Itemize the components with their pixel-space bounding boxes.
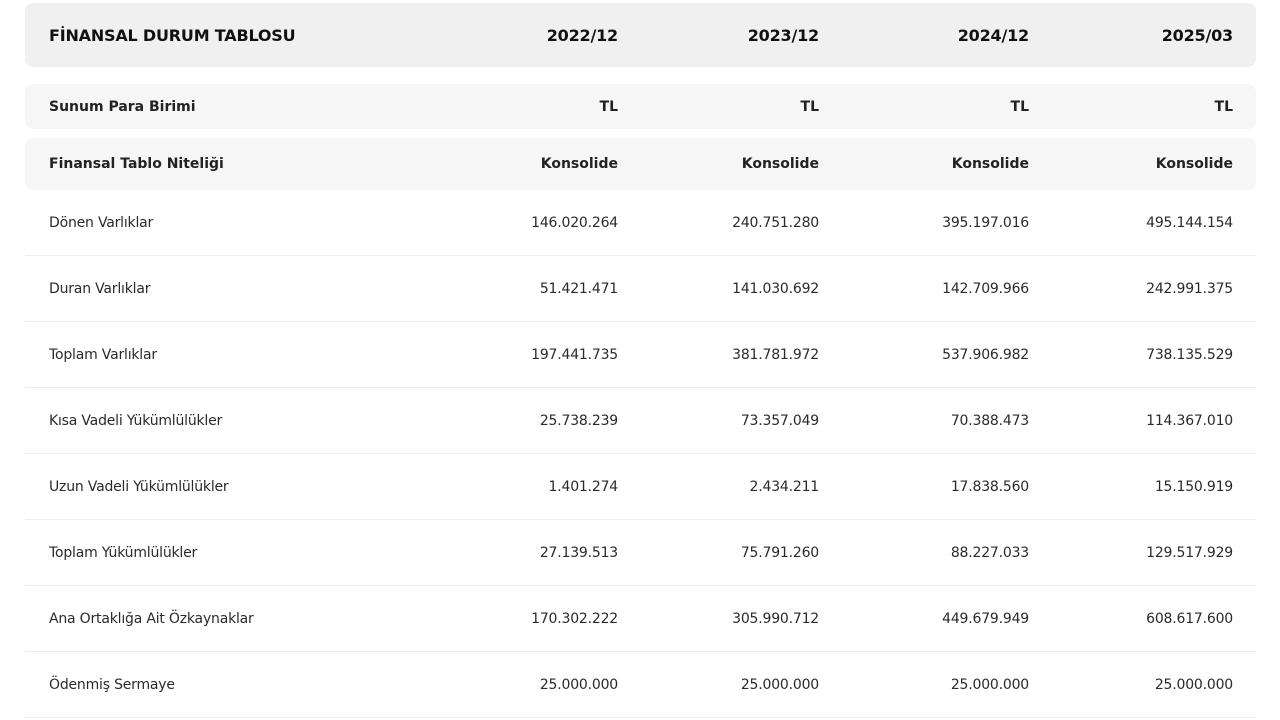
table-row: Kısa Vadeli Yükümlülükler 25.738.239 73.… bbox=[25, 388, 1256, 454]
table-title: FİNANSAL DURUM TABLOSU bbox=[49, 25, 296, 45]
row-value: 197.441.735 bbox=[531, 346, 618, 363]
row-label: Kısa Vadeli Yükümlülükler bbox=[49, 412, 223, 429]
row-value: 70.388.473 bbox=[950, 412, 1029, 429]
row-label: Ödenmiş Sermaye bbox=[49, 676, 175, 693]
row-value: 449.679.949 bbox=[942, 610, 1029, 627]
row-value: 1.401.274 bbox=[548, 478, 619, 495]
currency-value: TL bbox=[1010, 98, 1029, 115]
table-row: Toplam Varlıklar 197.441.735 381.781.972… bbox=[25, 322, 1256, 388]
row-value: 15.150.919 bbox=[1154, 478, 1233, 495]
table-row: Duran Varlıklar 51.421.471 141.030.692 1… bbox=[25, 256, 1256, 322]
currency-value: TL bbox=[599, 98, 618, 115]
row-value: 495.144.154 bbox=[1146, 214, 1233, 231]
row-value: 170.302.222 bbox=[531, 610, 618, 627]
row-value: 2.434.211 bbox=[749, 478, 820, 495]
row-value: 141.030.692 bbox=[732, 280, 819, 297]
row-value: 88.227.033 bbox=[950, 544, 1029, 561]
row-label: Uzun Vadeli Yükümlülükler bbox=[49, 478, 229, 495]
row-label: Toplam Varlıklar bbox=[49, 346, 157, 363]
period-header-2023-12: 2023/12 bbox=[747, 25, 819, 45]
row-value: 381.781.972 bbox=[732, 346, 819, 363]
table-row: Dönen Varlıklar 146.020.264 240.751.280 … bbox=[25, 190, 1256, 256]
row-value: 25.000.000 bbox=[1154, 676, 1233, 693]
row-value: 114.367.010 bbox=[1146, 412, 1233, 429]
row-value: 608.617.600 bbox=[1146, 610, 1233, 627]
table-row: Uzun Vadeli Yükümlülükler 1.401.274 2.43… bbox=[25, 454, 1256, 520]
row-value: 146.020.264 bbox=[531, 214, 618, 231]
row-value: 242.991.375 bbox=[1146, 280, 1233, 297]
row-label: Dönen Varlıklar bbox=[49, 214, 154, 231]
row-value: 51.421.471 bbox=[539, 280, 618, 297]
table-row: Ana Ortaklığa Ait Özkaynaklar 170.302.22… bbox=[25, 586, 1256, 652]
currency-row-label: Sunum Para Birimi bbox=[49, 98, 196, 115]
row-value: 25.000.000 bbox=[539, 676, 618, 693]
row-label: Ana Ortaklığa Ait Özkaynaklar bbox=[49, 610, 254, 627]
row-label: Duran Varlıklar bbox=[49, 280, 151, 297]
statement-nature-value: Konsolide bbox=[951, 156, 1029, 172]
row-value: 129.517.929 bbox=[1146, 544, 1233, 561]
row-value: 305.990.712 bbox=[732, 610, 819, 627]
currency-row: Sunum Para Birimi TL TL TL TL bbox=[25, 84, 1256, 129]
currency-value: TL bbox=[1214, 98, 1233, 115]
table-row: Ödenmiş Sermaye 25.000.000 25.000.000 25… bbox=[25, 652, 1256, 718]
row-value: 25.000.000 bbox=[740, 676, 819, 693]
row-value: 537.906.982 bbox=[942, 346, 1029, 363]
statement-nature-value: Konsolide bbox=[1155, 156, 1233, 172]
statement-nature-value: Konsolide bbox=[540, 156, 618, 172]
row-label: Toplam Yükümlülükler bbox=[49, 544, 198, 561]
statement-nature-row: Finansal Tablo Niteliği Konsolide Konsol… bbox=[25, 138, 1256, 190]
row-value: 240.751.280 bbox=[732, 214, 819, 231]
financial-position-table: FİNANSAL DURUM TABLOSU 2022/12 2023/12 2… bbox=[25, 3, 1256, 718]
statement-nature-value: Konsolide bbox=[741, 156, 819, 172]
period-header-2025-03: 2025/03 bbox=[1161, 25, 1233, 45]
period-header-2024-12: 2024/12 bbox=[957, 25, 1029, 45]
row-value: 395.197.016 bbox=[942, 214, 1029, 231]
row-value: 73.357.049 bbox=[740, 412, 819, 429]
row-value: 25.000.000 bbox=[950, 676, 1029, 693]
row-value: 27.139.513 bbox=[539, 544, 618, 561]
table-header-row: FİNANSAL DURUM TABLOSU 2022/12 2023/12 2… bbox=[25, 3, 1256, 67]
statement-nature-label: Finansal Tablo Niteliği bbox=[49, 156, 224, 172]
currency-value: TL bbox=[800, 98, 819, 115]
row-value: 142.709.966 bbox=[942, 280, 1029, 297]
row-value: 25.738.239 bbox=[539, 412, 618, 429]
row-value: 17.838.560 bbox=[950, 478, 1029, 495]
period-header-2022-12: 2022/12 bbox=[546, 25, 618, 45]
row-value: 75.791.260 bbox=[740, 544, 819, 561]
table-row: Toplam Yükümlülükler 27.139.513 75.791.2… bbox=[25, 520, 1256, 586]
row-value: 738.135.529 bbox=[1146, 346, 1233, 363]
